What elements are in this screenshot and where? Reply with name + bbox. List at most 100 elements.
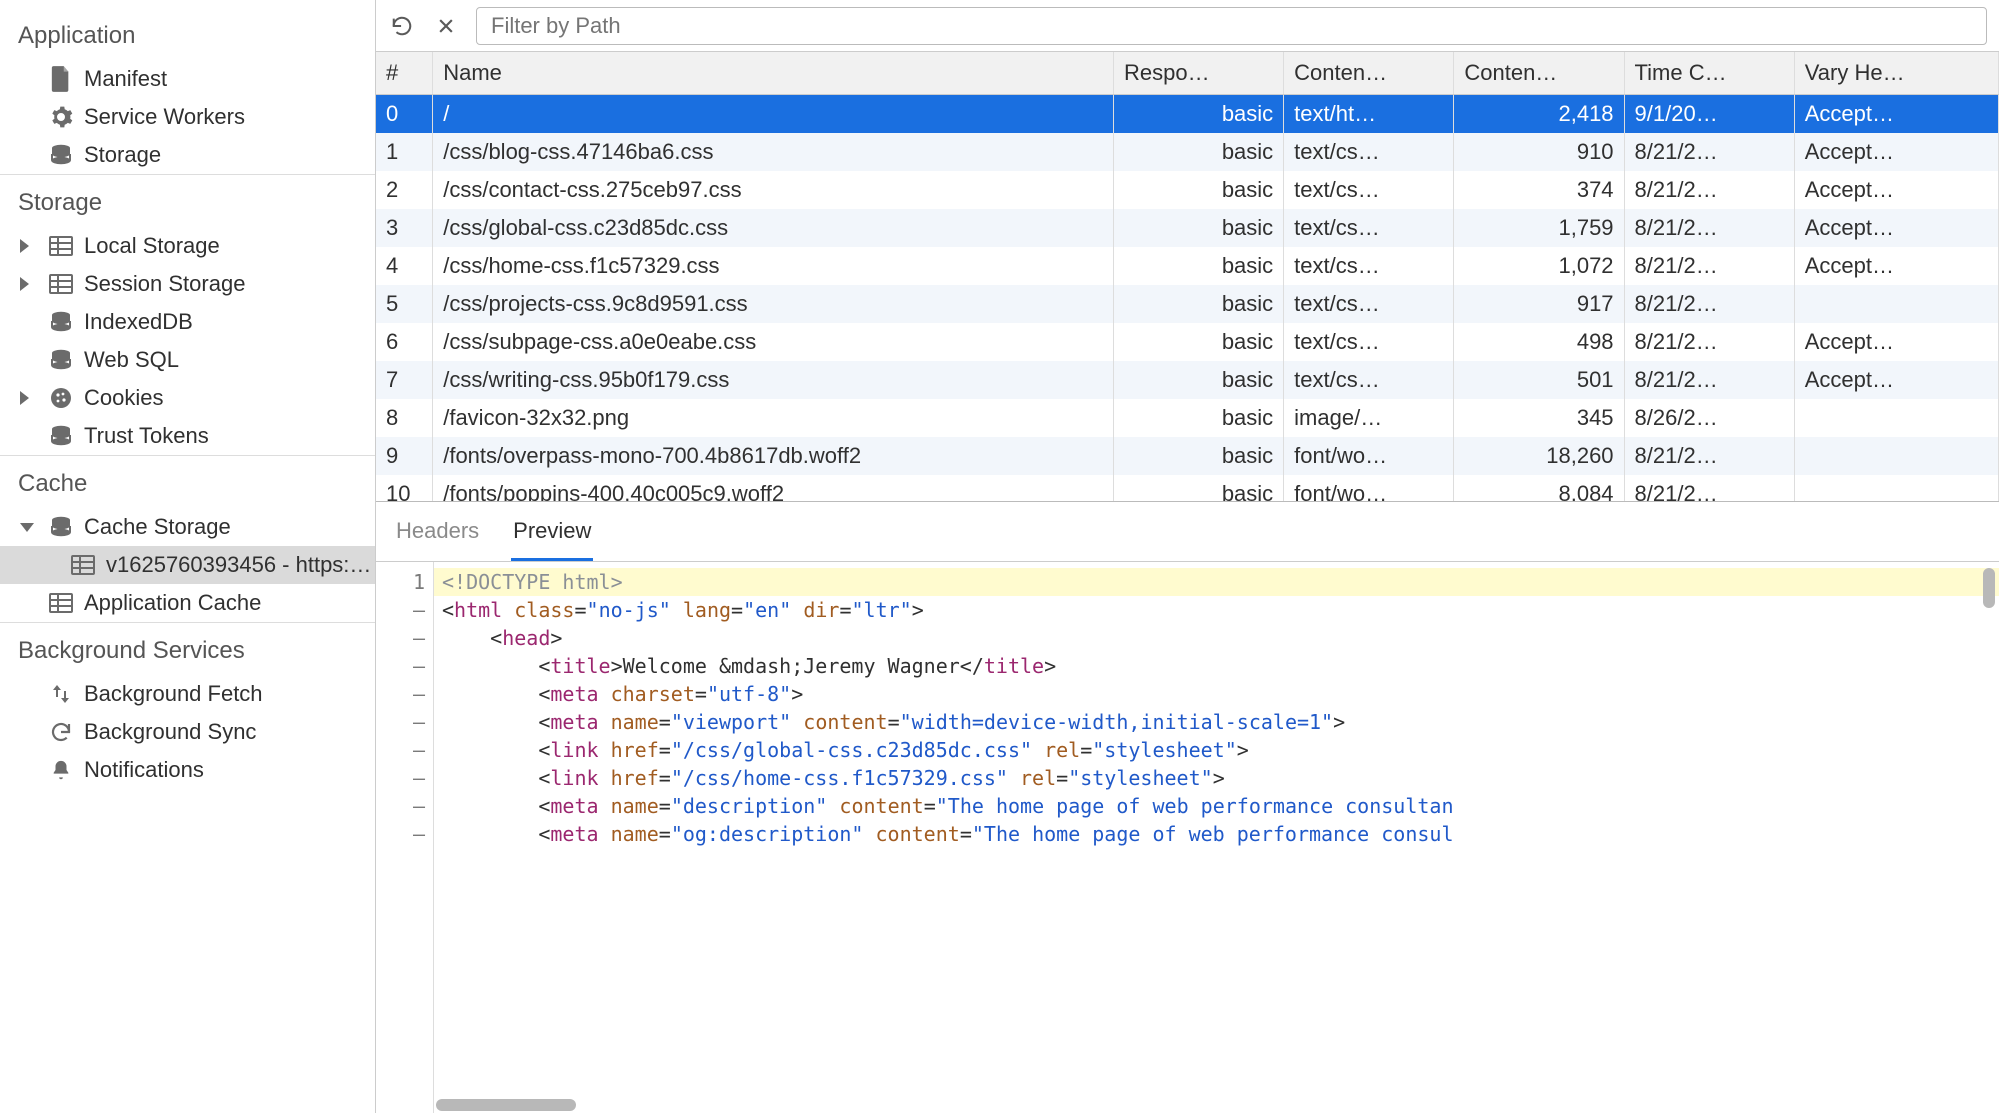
table-row[interactable]: 4/css/home-css.f1c57329.cssbasictext/cs……	[376, 247, 1999, 285]
database-icon	[48, 309, 74, 335]
source-line[interactable]: <head>	[434, 624, 1999, 652]
source-line[interactable]: <!DOCTYPE html>	[434, 568, 1999, 596]
sidebar-item-local-storage[interactable]: Local Storage	[0, 227, 375, 265]
column-header[interactable]: Name	[433, 52, 1114, 94]
filter-input[interactable]	[476, 7, 1987, 45]
sidebar-item-session-storage[interactable]: Session Storage	[0, 265, 375, 303]
column-header[interactable]: Conten…	[1454, 52, 1624, 94]
table-cell: 374	[1454, 171, 1624, 209]
table-row[interactable]: 8/favicon-32x32.pngbasicimage/…3458/26/2…	[376, 399, 1999, 437]
sidebar-item-label: Notifications	[84, 757, 204, 783]
table-row[interactable]: 10/fonts/poppins-400.40c005c9.woff2basic…	[376, 475, 1999, 503]
sidebar-item-cache-storage[interactable]: Cache Storage	[0, 508, 375, 546]
sidebar-item-label: Cache Storage	[84, 514, 231, 540]
source-line[interactable]: <html class="no-js" lang="en" dir="ltr">	[434, 596, 1999, 624]
sidebar-item-bg-sync[interactable]: Background Sync	[0, 713, 375, 751]
sidebar-item-label: Trust Tokens	[84, 423, 209, 449]
table-row[interactable]: 6/css/subpage-css.a0e0eabe.cssbasictext/…	[376, 323, 1999, 361]
table-row[interactable]: 2/css/contact-css.275ceb97.cssbasictext/…	[376, 171, 1999, 209]
source-line[interactable]: <meta name="viewport" content="width=dev…	[434, 708, 1999, 736]
column-header[interactable]: Respo…	[1113, 52, 1283, 94]
tab-preview[interactable]: Preview	[511, 512, 593, 561]
sidebar-item-label: Web SQL	[84, 347, 179, 373]
gutter-line: 1	[376, 568, 433, 596]
chevron-right-icon[interactable]	[20, 239, 29, 253]
table-row[interactable]: 7/css/writing-css.95b0f179.cssbasictext/…	[376, 361, 1999, 399]
sidebar-item-label: Background Fetch	[84, 681, 263, 707]
table-cell: image/…	[1284, 399, 1454, 437]
table-cell: /favicon-32x32.png	[433, 399, 1114, 437]
table-row[interactable]: 0/basictext/ht…2,4189/1/20…Accept…	[376, 94, 1999, 133]
table-row[interactable]: 9/fonts/overpass-mono-700.4b8617db.woff2…	[376, 437, 1999, 475]
table-cell: 8/21/2…	[1624, 437, 1794, 475]
table-cell: basic	[1113, 361, 1283, 399]
sidebar-item-app-cache[interactable]: Application Cache	[0, 584, 375, 622]
source-line[interactable]: <meta name="og:description" content="The…	[434, 820, 1999, 848]
clear-button[interactable]	[432, 12, 460, 40]
table-cell: basic	[1113, 399, 1283, 437]
refresh-button[interactable]	[388, 12, 416, 40]
table-cell: basic	[1113, 247, 1283, 285]
table-row[interactable]: 1/css/blog-css.47146ba6.cssbasictext/cs……	[376, 133, 1999, 171]
table-row[interactable]: 3/css/global-css.c23d85dc.cssbasictext/c…	[376, 209, 1999, 247]
table-cell: 8/21/2…	[1624, 361, 1794, 399]
sidebar-item-cookies[interactable]: Cookies	[0, 379, 375, 417]
sidebar-item-notifications[interactable]: Notifications	[0, 751, 375, 789]
table-cell	[1794, 437, 1998, 475]
table-cell: Accept…	[1794, 247, 1998, 285]
table-cell: text/ht…	[1284, 94, 1454, 133]
table-cell: 8/21/2…	[1624, 247, 1794, 285]
table-cell: text/cs…	[1284, 361, 1454, 399]
source-line[interactable]: <link href="/css/home-css.f1c57329.css" …	[434, 764, 1999, 792]
table-cell: 8/21/2…	[1624, 133, 1794, 171]
gutter-line: –	[376, 792, 433, 820]
chevron-right-icon[interactable]	[20, 277, 29, 291]
detail-pane: HeadersPreview 1––––––––– <!DOCTYPE html…	[376, 502, 1999, 1113]
sidebar-item-label: Cookies	[84, 385, 163, 411]
column-header[interactable]: Conten…	[1284, 52, 1454, 94]
table-cell: /fonts/overpass-mono-700.4b8617db.woff2	[433, 437, 1114, 475]
table-cell: /css/global-css.c23d85dc.css	[433, 209, 1114, 247]
chevron-right-icon[interactable]	[20, 391, 29, 405]
section-heading: Storage	[0, 174, 375, 227]
table-cell: text/cs…	[1284, 171, 1454, 209]
table-cell: 8/21/2…	[1624, 285, 1794, 323]
table-row[interactable]: 5/css/projects-css.9c8d9591.cssbasictext…	[376, 285, 1999, 323]
source-line[interactable]: <link href="/css/global-css.c23d85dc.css…	[434, 736, 1999, 764]
refresh-icon	[391, 15, 413, 37]
table-cell: font/wo…	[1284, 437, 1454, 475]
sidebar-item-trust-tokens[interactable]: Trust Tokens	[0, 417, 375, 455]
sidebar-item-cache-entry[interactable]: v1625760393456 - https://je	[0, 546, 375, 584]
tab-headers[interactable]: Headers	[394, 512, 481, 561]
sidebar-item-label: Background Sync	[84, 719, 256, 745]
horizontal-scrollbar[interactable]	[436, 1099, 576, 1111]
sidebar-item-websql[interactable]: Web SQL	[0, 341, 375, 379]
bell-icon	[48, 757, 74, 783]
vertical-scrollbar[interactable]	[1983, 568, 1995, 608]
table-cell: Accept…	[1794, 94, 1998, 133]
section-heading: Cache	[0, 455, 375, 508]
source-line[interactable]: <meta charset="utf-8">	[434, 680, 1999, 708]
table-cell: font/wo…	[1284, 475, 1454, 503]
chevron-down-icon[interactable]	[20, 523, 34, 532]
table-cell: /	[433, 94, 1114, 133]
source-line[interactable]: <meta name="description" content="The ho…	[434, 792, 1999, 820]
sidebar-item-manifest[interactable]: Manifest	[0, 60, 375, 98]
sidebar-item-indexeddb[interactable]: IndexedDB	[0, 303, 375, 341]
table-cell: 501	[1454, 361, 1624, 399]
column-header[interactable]: Time C…	[1624, 52, 1794, 94]
table-cell: /fonts/poppins-400.40c005c9.woff2	[433, 475, 1114, 503]
source-line[interactable]: <title>Welcome &mdash;Jeremy Wagner</tit…	[434, 652, 1999, 680]
column-header[interactable]: #	[376, 52, 433, 94]
sidebar-item-label: Local Storage	[84, 233, 220, 259]
gutter-line: –	[376, 624, 433, 652]
sidebar-item-storage-overview[interactable]: Storage	[0, 136, 375, 174]
sidebar-item-service-workers[interactable]: Service Workers	[0, 98, 375, 136]
table-cell: 5	[376, 285, 433, 323]
table-cell: 9	[376, 437, 433, 475]
table-cell: 345	[1454, 399, 1624, 437]
table-cell: 2,418	[1454, 94, 1624, 133]
sidebar-item-bg-fetch[interactable]: Background Fetch	[0, 675, 375, 713]
column-header[interactable]: Vary He…	[1794, 52, 1998, 94]
gutter-line: –	[376, 764, 433, 792]
